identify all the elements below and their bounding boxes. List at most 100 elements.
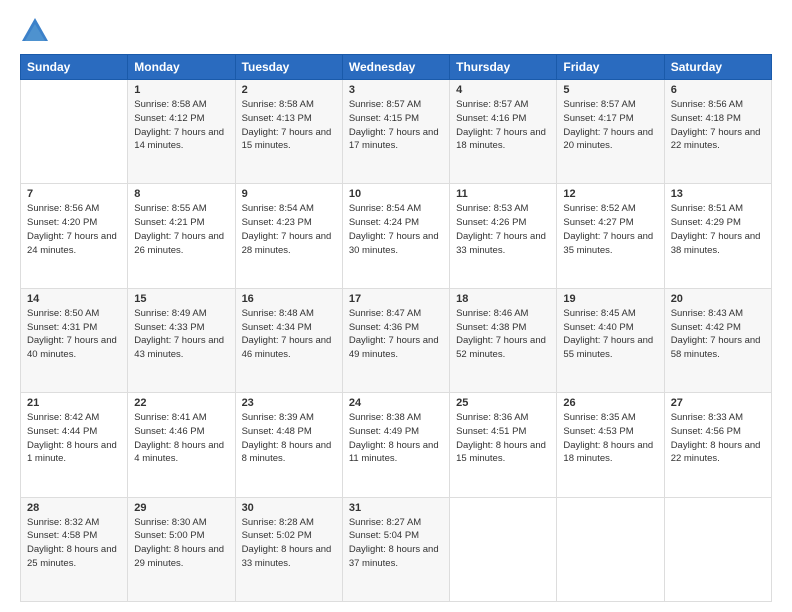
week-row-5: 28 Sunrise: 8:32 AM Sunset: 4:58 PM Dayl… xyxy=(21,497,772,601)
daylight: Daylight: 8 hours and 11 minutes. xyxy=(349,440,439,465)
sunset: Sunset: 5:04 PM xyxy=(349,530,419,541)
cell-info: Sunrise: 8:56 AM Sunset: 4:20 PM Dayligh… xyxy=(27,202,121,257)
day-number: 17 xyxy=(349,293,443,305)
sunset: Sunset: 4:23 PM xyxy=(242,217,312,228)
sunset: Sunset: 4:16 PM xyxy=(456,113,526,124)
sunrise: Sunrise: 8:41 AM xyxy=(134,412,206,423)
calendar-cell: 29 Sunrise: 8:30 AM Sunset: 5:00 PM Dayl… xyxy=(128,497,235,601)
week-row-2: 7 Sunrise: 8:56 AM Sunset: 4:20 PM Dayli… xyxy=(21,184,772,288)
calendar-cell xyxy=(21,80,128,184)
sunset: Sunset: 4:15 PM xyxy=(349,113,419,124)
calendar: SundayMondayTuesdayWednesdayThursdayFrid… xyxy=(20,54,772,602)
calendar-cell: 16 Sunrise: 8:48 AM Sunset: 4:34 PM Dayl… xyxy=(235,288,342,392)
sunset: Sunset: 4:17 PM xyxy=(563,113,633,124)
daylight: Daylight: 8 hours and 15 minutes. xyxy=(456,440,546,465)
calendar-cell: 19 Sunrise: 8:45 AM Sunset: 4:40 PM Dayl… xyxy=(557,288,664,392)
sunrise: Sunrise: 8:36 AM xyxy=(456,412,528,423)
sunset: Sunset: 4:34 PM xyxy=(242,322,312,333)
day-number: 12 xyxy=(563,188,657,200)
daylight: Daylight: 7 hours and 17 minutes. xyxy=(349,127,439,152)
day-number: 18 xyxy=(456,293,550,305)
calendar-table: SundayMondayTuesdayWednesdayThursdayFrid… xyxy=(20,54,772,602)
daylight: Daylight: 7 hours and 14 minutes. xyxy=(134,127,224,152)
logo xyxy=(20,16,54,46)
day-number: 19 xyxy=(563,293,657,305)
daylight: Daylight: 8 hours and 22 minutes. xyxy=(671,440,761,465)
daylight: Daylight: 7 hours and 43 minutes. xyxy=(134,335,224,360)
sunrise: Sunrise: 8:30 AM xyxy=(134,517,206,528)
daylight: Daylight: 7 hours and 40 minutes. xyxy=(27,335,117,360)
calendar-cell: 24 Sunrise: 8:38 AM Sunset: 4:49 PM Dayl… xyxy=(342,393,449,497)
sunrise: Sunrise: 8:49 AM xyxy=(134,308,206,319)
sunset: Sunset: 4:24 PM xyxy=(349,217,419,228)
sunrise: Sunrise: 8:52 AM xyxy=(563,203,635,214)
sunset: Sunset: 5:00 PM xyxy=(134,530,204,541)
sunset: Sunset: 4:20 PM xyxy=(27,217,97,228)
calendar-cell: 3 Sunrise: 8:57 AM Sunset: 4:15 PM Dayli… xyxy=(342,80,449,184)
calendar-cell: 5 Sunrise: 8:57 AM Sunset: 4:17 PM Dayli… xyxy=(557,80,664,184)
sunset: Sunset: 4:12 PM xyxy=(134,113,204,124)
week-row-3: 14 Sunrise: 8:50 AM Sunset: 4:31 PM Dayl… xyxy=(21,288,772,392)
calendar-cell: 12 Sunrise: 8:52 AM Sunset: 4:27 PM Dayl… xyxy=(557,184,664,288)
sunrise: Sunrise: 8:28 AM xyxy=(242,517,314,528)
sunset: Sunset: 4:27 PM xyxy=(563,217,633,228)
calendar-cell: 17 Sunrise: 8:47 AM Sunset: 4:36 PM Dayl… xyxy=(342,288,449,392)
day-number: 9 xyxy=(242,188,336,200)
calendar-cell: 15 Sunrise: 8:49 AM Sunset: 4:33 PM Dayl… xyxy=(128,288,235,392)
sunrise: Sunrise: 8:27 AM xyxy=(349,517,421,528)
day-number: 8 xyxy=(134,188,228,200)
daylight: Daylight: 7 hours and 35 minutes. xyxy=(563,231,653,256)
day-number: 6 xyxy=(671,84,765,96)
header-day-thursday: Thursday xyxy=(450,55,557,80)
sunrise: Sunrise: 8:57 AM xyxy=(349,99,421,110)
header-day-sunday: Sunday xyxy=(21,55,128,80)
day-number: 5 xyxy=(563,84,657,96)
daylight: Daylight: 7 hours and 58 minutes. xyxy=(671,335,761,360)
cell-info: Sunrise: 8:48 AM Sunset: 4:34 PM Dayligh… xyxy=(242,307,336,362)
calendar-cell: 8 Sunrise: 8:55 AM Sunset: 4:21 PM Dayli… xyxy=(128,184,235,288)
cell-info: Sunrise: 8:28 AM Sunset: 5:02 PM Dayligh… xyxy=(242,516,336,571)
daylight: Daylight: 7 hours and 24 minutes. xyxy=(27,231,117,256)
sunset: Sunset: 4:31 PM xyxy=(27,322,97,333)
calendar-cell: 18 Sunrise: 8:46 AM Sunset: 4:38 PM Dayl… xyxy=(450,288,557,392)
cell-info: Sunrise: 8:55 AM Sunset: 4:21 PM Dayligh… xyxy=(134,202,228,257)
day-number: 10 xyxy=(349,188,443,200)
day-number: 27 xyxy=(671,397,765,409)
calendar-cell: 1 Sunrise: 8:58 AM Sunset: 4:12 PM Dayli… xyxy=(128,80,235,184)
sunrise: Sunrise: 8:38 AM xyxy=(349,412,421,423)
cell-info: Sunrise: 8:33 AM Sunset: 4:56 PM Dayligh… xyxy=(671,411,765,466)
sunset: Sunset: 4:48 PM xyxy=(242,426,312,437)
day-number: 31 xyxy=(349,502,443,514)
week-row-4: 21 Sunrise: 8:42 AM Sunset: 4:44 PM Dayl… xyxy=(21,393,772,497)
calendar-cell: 25 Sunrise: 8:36 AM Sunset: 4:51 PM Dayl… xyxy=(450,393,557,497)
calendar-cell: 14 Sunrise: 8:50 AM Sunset: 4:31 PM Dayl… xyxy=(21,288,128,392)
cell-info: Sunrise: 8:56 AM Sunset: 4:18 PM Dayligh… xyxy=(671,98,765,153)
daylight: Daylight: 7 hours and 20 minutes. xyxy=(563,127,653,152)
header-day-saturday: Saturday xyxy=(664,55,771,80)
cell-info: Sunrise: 8:41 AM Sunset: 4:46 PM Dayligh… xyxy=(134,411,228,466)
day-number: 4 xyxy=(456,84,550,96)
cell-info: Sunrise: 8:43 AM Sunset: 4:42 PM Dayligh… xyxy=(671,307,765,362)
sunset: Sunset: 4:36 PM xyxy=(349,322,419,333)
cell-info: Sunrise: 8:57 AM Sunset: 4:17 PM Dayligh… xyxy=(563,98,657,153)
sunrise: Sunrise: 8:46 AM xyxy=(456,308,528,319)
sunset: Sunset: 4:26 PM xyxy=(456,217,526,228)
sunset: Sunset: 5:02 PM xyxy=(242,530,312,541)
calendar-cell: 11 Sunrise: 8:53 AM Sunset: 4:26 PM Dayl… xyxy=(450,184,557,288)
sunrise: Sunrise: 8:42 AM xyxy=(27,412,99,423)
sunrise: Sunrise: 8:32 AM xyxy=(27,517,99,528)
calendar-cell: 30 Sunrise: 8:28 AM Sunset: 5:02 PM Dayl… xyxy=(235,497,342,601)
day-number: 24 xyxy=(349,397,443,409)
daylight: Daylight: 7 hours and 26 minutes. xyxy=(134,231,224,256)
sunset: Sunset: 4:49 PM xyxy=(349,426,419,437)
cell-info: Sunrise: 8:51 AM Sunset: 4:29 PM Dayligh… xyxy=(671,202,765,257)
calendar-cell: 7 Sunrise: 8:56 AM Sunset: 4:20 PM Dayli… xyxy=(21,184,128,288)
day-number: 25 xyxy=(456,397,550,409)
sunrise: Sunrise: 8:33 AM xyxy=(671,412,743,423)
cell-info: Sunrise: 8:30 AM Sunset: 5:00 PM Dayligh… xyxy=(134,516,228,571)
day-number: 3 xyxy=(349,84,443,96)
daylight: Daylight: 7 hours and 30 minutes. xyxy=(349,231,439,256)
sunrise: Sunrise: 8:54 AM xyxy=(242,203,314,214)
cell-info: Sunrise: 8:53 AM Sunset: 4:26 PM Dayligh… xyxy=(456,202,550,257)
daylight: Daylight: 8 hours and 8 minutes. xyxy=(242,440,332,465)
